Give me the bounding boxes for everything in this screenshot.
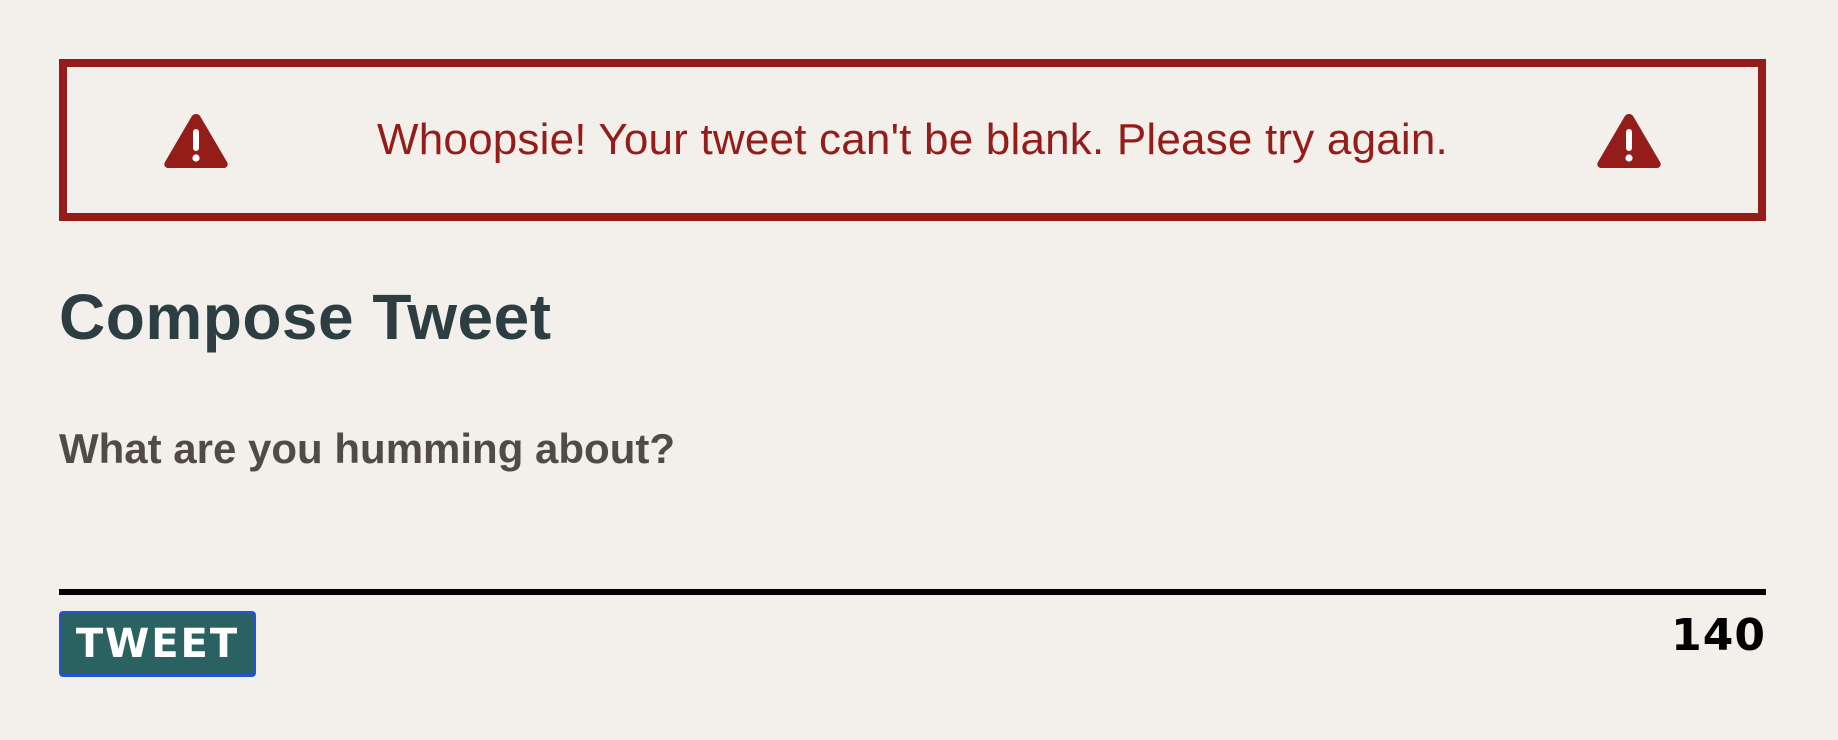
warning-triangle-icon (162, 110, 230, 170)
error-message: Whoopsie! Your tweet can't be blank. Ple… (377, 115, 1448, 164)
character-count: 140 (1671, 610, 1766, 661)
tweet-button[interactable]: TWEET (59, 611, 256, 677)
tweet-prompt-label: What are you humming about? (59, 425, 675, 472)
tweet-input[interactable] (59, 480, 1766, 595)
warning-triangle-icon (1595, 110, 1663, 170)
page-title: Compose Tweet (59, 281, 552, 353)
error-banner: Whoopsie! Your tweet can't be blank. Ple… (59, 59, 1766, 221)
